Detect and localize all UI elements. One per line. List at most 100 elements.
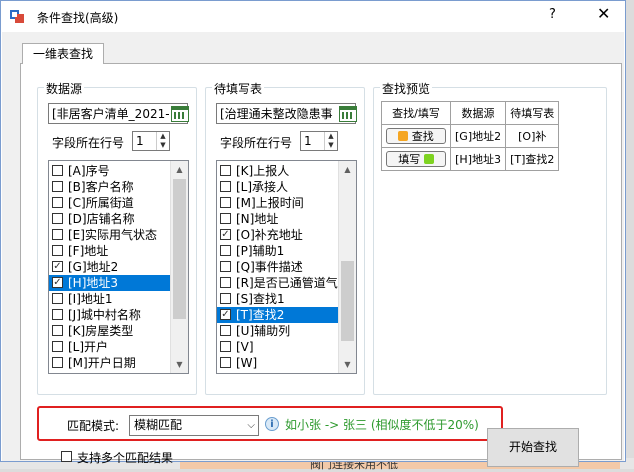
checkbox-icon[interactable]	[52, 213, 63, 224]
tab-one-dimensional-lookup[interactable]: 一维表查找	[22, 43, 104, 64]
scroll-down-icon[interactable]: ▼	[171, 356, 188, 373]
list-item[interactable]: [W]	[217, 355, 338, 371]
list-item[interactable]: [V]	[217, 339, 338, 355]
checkbox-icon[interactable]	[220, 165, 231, 176]
checkbox-icon[interactable]	[52, 309, 63, 320]
checkbox-icon[interactable]: ✓	[52, 277, 63, 288]
list-item[interactable]: [C]所属街道	[49, 195, 170, 211]
source-row-value: 1	[136, 134, 144, 148]
checkbox-icon[interactable]	[52, 229, 63, 240]
preview-header: 待填写表	[505, 101, 560, 125]
target-row-stepper[interactable]: 1 ▲ ▼	[300, 131, 338, 151]
checkbox-icon[interactable]: ✓	[52, 261, 63, 272]
checkbox-icon[interactable]	[220, 197, 231, 208]
checkbox-icon[interactable]	[220, 245, 231, 256]
list-item[interactable]: [U]辅助列	[217, 323, 338, 339]
list-item[interactable]: [B]客户名称	[49, 179, 170, 195]
source-row-stepper[interactable]: 1 ▲ ▼	[132, 131, 170, 151]
scroll-down-icon[interactable]: ▼	[339, 356, 356, 373]
source-field-list[interactable]: [M]开户日期 [L]开户 [K]房屋类型 [J]城中村名称 [I]地址1 ✓ [H]地址3…	[48, 160, 189, 374]
checkbox-icon[interactable]	[52, 165, 63, 176]
list-item[interactable]: [D]店铺名称	[49, 211, 170, 227]
match-mode-select[interactable]: 模糊匹配 ⌵	[129, 415, 259, 436]
list-item[interactable]: [M]上报时间	[217, 195, 338, 211]
list-item[interactable]: [R]是否已通管道气	[217, 275, 338, 291]
list-item-label: [M]开户日期	[68, 356, 136, 370]
checkbox-icon[interactable]	[52, 181, 63, 192]
app-icon	[10, 10, 24, 23]
start-search-button[interactable]: 开始查找	[487, 428, 579, 467]
list-item-label: [D]店铺名称	[68, 212, 135, 226]
source-list-scrollbar[interactable]: ▲ ▼	[170, 161, 188, 373]
checkbox-icon[interactable]	[220, 293, 231, 304]
list-item-label: [K]上报人	[236, 164, 290, 178]
checkbox-icon[interactable]: ✓	[220, 309, 231, 320]
list-item-label: [J]城中村名称	[68, 308, 141, 322]
list-item[interactable]: [J]城中村名称	[49, 307, 170, 323]
lookup-tag-button[interactable]: 查找	[386, 128, 446, 144]
list-item[interactable]: [N]地址	[217, 211, 338, 227]
stepper-arrows-icon[interactable]: ▲ ▼	[156, 132, 169, 150]
list-item-label: [U]辅助列	[236, 324, 291, 338]
checkbox-icon[interactable]	[220, 213, 231, 224]
checkbox-icon[interactable]	[52, 341, 63, 352]
list-item[interactable]: [F]地址	[49, 243, 170, 259]
checkbox-icon[interactable]: ✓	[220, 229, 231, 240]
checkbox-icon[interactable]	[220, 357, 231, 368]
dialog-window: 条件查找(高级) ? ✕ 一维表查找 数据源 [非居客户清单_2021- 字段所…	[0, 0, 626, 467]
target-sheet-field[interactable]: [治理通未整改隐患事	[216, 103, 356, 124]
scroll-thumb[interactable]	[173, 179, 186, 319]
target-table-picker-icon[interactable]	[339, 106, 357, 122]
list-item[interactable]: [Q]事件描述	[217, 259, 338, 275]
checkbox-icon[interactable]	[220, 325, 231, 336]
checkbox-icon[interactable]	[220, 181, 231, 192]
close-button[interactable]: ✕	[597, 4, 610, 23]
target-field-list[interactable]: [W] [V] [U]辅助列 ✓ [T]查找2 [S]查找1 [R]是否已通管道气 [Q]事件…	[216, 160, 357, 374]
target-row-label: 字段所在行号	[220, 136, 293, 150]
multi-result-checkbox[interactable]: 支持多个匹配结果	[61, 449, 221, 465]
list-item[interactable]: [L]承接人	[217, 179, 338, 195]
checkbox-icon[interactable]	[220, 261, 231, 272]
scroll-up-icon[interactable]: ▲	[171, 161, 188, 178]
checkbox-icon[interactable]	[220, 277, 231, 288]
list-item[interactable]: ✓ [O]补充地址	[217, 227, 338, 243]
checkbox-icon[interactable]	[52, 293, 63, 304]
source-table-picker-icon[interactable]	[171, 106, 189, 122]
list-item[interactable]: [L]开户	[49, 339, 170, 355]
orange-square-icon	[398, 131, 409, 141]
scroll-up-icon[interactable]: ▲	[339, 161, 356, 178]
target-row-value: 1	[304, 134, 312, 148]
list-item[interactable]: [K]房屋类型	[49, 323, 170, 339]
list-item[interactable]: [A]序号	[49, 163, 170, 179]
chevron-down-icon[interactable]: ⌵	[247, 416, 255, 435]
preview-tag-cell: 查找	[381, 124, 451, 148]
checkbox-icon[interactable]	[220, 341, 231, 352]
list-item[interactable]: ✓ [T]查找2	[217, 307, 338, 323]
checkbox-icon[interactable]	[52, 357, 63, 368]
scroll-thumb[interactable]	[341, 261, 354, 341]
list-item[interactable]: [I]地址1	[49, 291, 170, 307]
preview-header: 数据源	[449, 101, 507, 125]
list-item[interactable]: ✓ [H]地址3	[49, 275, 170, 291]
window-title: 条件查找(高级)	[37, 11, 119, 25]
match-mode-label: 匹配模式:	[67, 419, 120, 433]
list-item-label: [E]实际用气状态	[68, 228, 157, 242]
checkbox-icon[interactable]	[52, 325, 63, 336]
target-list-scrollbar[interactable]: ▲ ▼	[338, 161, 356, 373]
preview-header-row: 查找/填写 数据源 待填写表	[381, 101, 560, 125]
stepper-arrows-icon[interactable]: ▲ ▼	[324, 132, 337, 150]
checkbox-icon[interactable]	[61, 451, 72, 462]
help-button[interactable]: ?	[549, 7, 556, 22]
match-mode-value: 模糊匹配	[134, 418, 183, 432]
list-item[interactable]: [E]实际用气状态	[49, 227, 170, 243]
list-item[interactable]: [P]辅助1	[217, 243, 338, 259]
fill-tag-button[interactable]: 填写	[386, 151, 446, 167]
list-item[interactable]: [S]查找1	[217, 291, 338, 307]
checkbox-icon[interactable]	[52, 245, 63, 256]
list-item-label: [A]序号	[68, 164, 110, 178]
list-item[interactable]: [K]上报人	[217, 163, 338, 179]
source-sheet-field[interactable]: [非居客户清单_2021-	[48, 103, 188, 124]
list-item[interactable]: ✓ [G]地址2	[49, 259, 170, 275]
list-item[interactable]: [M]开户日期	[49, 355, 170, 371]
checkbox-icon[interactable]	[52, 197, 63, 208]
